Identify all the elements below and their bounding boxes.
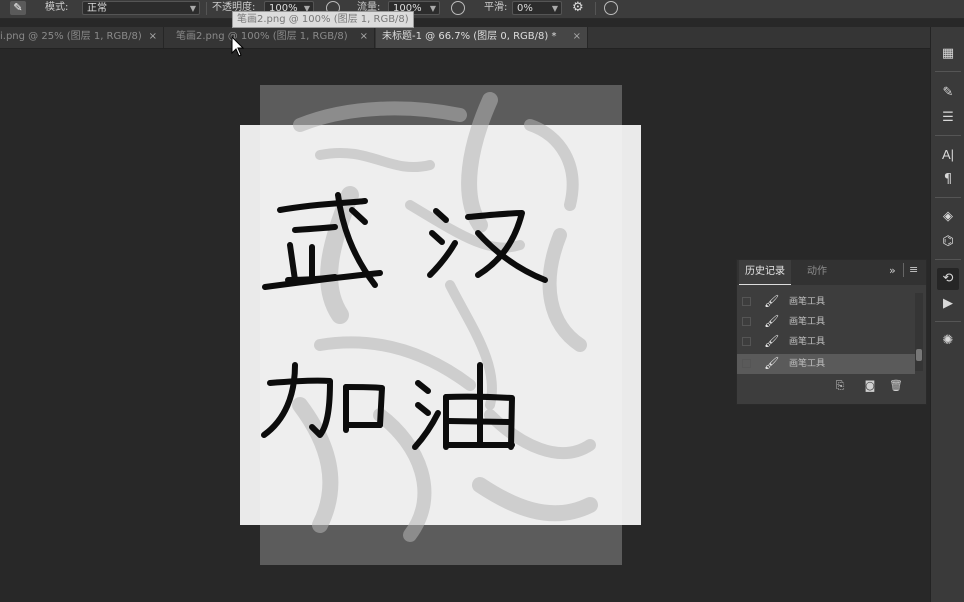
- history-item-selected[interactable]: 🖌 画笔工具: [737, 354, 915, 374]
- chevron-down-icon: ▼: [551, 4, 558, 13]
- divider: [935, 135, 961, 136]
- snapshot-checkbox[interactable]: [742, 359, 751, 368]
- smoothing-label: 平滑:: [484, 2, 508, 13]
- panel-menu-icon[interactable]: ≡: [909, 263, 918, 276]
- new-document-from-state-icon[interactable]: ⎘: [833, 379, 847, 393]
- brush-tool-icon[interactable]: ✎: [10, 1, 26, 15]
- tab-document-2[interactable]: 笔画2.png @ 100% (图层 1, RGB/8) ×: [170, 27, 375, 48]
- properties-icon[interactable]: ✺: [937, 330, 959, 352]
- close-icon[interactable]: ×: [360, 27, 368, 47]
- mode-dropdown[interactable]: 正常 ▼: [82, 1, 200, 15]
- panel-header: 历史记录 动作 » ≡: [737, 260, 926, 285]
- brush-icon: 🖌: [764, 294, 780, 308]
- divider: [903, 263, 904, 277]
- channels-icon[interactable]: ◈: [937, 206, 959, 228]
- history-item-label: 画笔工具: [789, 359, 826, 369]
- gear-icon[interactable]: ⚙: [572, 0, 584, 18]
- glyph-han: [427, 208, 548, 283]
- tab-history[interactable]: 历史记录: [739, 260, 791, 285]
- paths-icon[interactable]: ⌬: [937, 231, 959, 253]
- glyph-jia: [261, 362, 385, 438]
- brush-icon: 🖌: [764, 334, 780, 348]
- history-scrollbar[interactable]: [915, 293, 923, 371]
- calligraphy-strokes: [261, 192, 548, 450]
- libraries-icon[interactable]: ▦: [937, 43, 959, 65]
- divider: [935, 197, 961, 198]
- snapshot-checkbox[interactable]: [742, 297, 751, 306]
- camera-icon[interactable]: ◙: [863, 379, 877, 393]
- divider: [595, 2, 596, 15]
- history-item-label: 画笔工具: [789, 337, 826, 347]
- glyph-you: [412, 362, 515, 450]
- tab-actions[interactable]: 动作: [801, 260, 833, 285]
- close-icon[interactable]: ×: [573, 27, 581, 47]
- mode-value: 正常: [87, 3, 107, 14]
- scrollbar-thumb[interactable]: [916, 349, 922, 361]
- trash-icon[interactable]: 🗑: [889, 379, 903, 393]
- chevron-down-icon: ▼: [189, 4, 196, 13]
- history-item-label: 画笔工具: [789, 317, 826, 327]
- brush-icon: 🖌: [764, 314, 780, 328]
- airbrush-icon[interactable]: [451, 1, 465, 15]
- adjustments-icon[interactable]: ☰: [937, 107, 959, 129]
- snapshot-checkbox[interactable]: [742, 337, 751, 346]
- divider: [206, 2, 207, 15]
- tab-tooltip: 笔画2.png @ 100% (图层 1, RGB/8): [232, 11, 414, 28]
- divider: [935, 259, 961, 260]
- close-icon[interactable]: ×: [149, 27, 157, 47]
- tab-label: 笔画2.png @ 100% (图层 1, RGB/8): [176, 31, 348, 42]
- right-panel-dock: ▦ ✎ ☰ A| ¶ ◈ ⌬ ⟲ ▶ ✺: [930, 27, 964, 602]
- tab-document-3[interactable]: 未标题-1 @ 66.7% (图层 0, RGB/8) * ×: [376, 27, 588, 48]
- tab-label: i.png @ 25% (图层 1, RGB/8): [0, 31, 142, 42]
- brush-settings-icon[interactable]: ✎: [937, 82, 959, 104]
- history-item[interactable]: 🖌 画笔工具: [737, 292, 915, 312]
- smoothing-field[interactable]: 0% ▼: [512, 1, 562, 15]
- history-item-label: 画笔工具: [789, 297, 826, 307]
- history-item[interactable]: 🖌 画笔工具: [737, 312, 915, 332]
- tab-document-1[interactable]: i.png @ 25% (图层 1, RGB/8) ×: [0, 27, 164, 48]
- character-icon[interactable]: A|: [937, 144, 959, 166]
- mouse-pointer-icon: [231, 36, 245, 57]
- mode-label: 模式:: [45, 2, 69, 13]
- actions-icon[interactable]: ▶: [937, 293, 959, 315]
- options-bar: ✎ 模式: 正常 ▼ 不透明度: 100% ▼ 流量: 100% ▼ 平滑: 0…: [0, 0, 964, 19]
- pressure-size-icon[interactable]: [604, 1, 618, 15]
- chevron-down-icon: ▼: [429, 4, 436, 13]
- divider: [935, 321, 961, 322]
- smoothing-value: 0%: [517, 3, 533, 14]
- history-panel: 历史记录 动作 » ≡ 🖌 画笔工具 🖌 画笔工具 🖌 画笔工具 🖌 画笔工具 …: [736, 259, 927, 405]
- document-tab-bar: i.png @ 25% (图层 1, RGB/8) × 笔画2.png @ 10…: [0, 27, 930, 49]
- paragraph-icon[interactable]: ¶: [937, 169, 959, 191]
- collapse-panel-icon[interactable]: »: [889, 264, 896, 277]
- glyph-wu: [262, 192, 383, 290]
- brush-icon: 🖌: [764, 356, 780, 370]
- snapshot-checkbox[interactable]: [742, 317, 751, 326]
- tab-label: 未标题-1 @ 66.7% (图层 0, RGB/8) *: [382, 31, 557, 42]
- divider: [935, 71, 961, 72]
- history-icon[interactable]: ⟲: [937, 268, 959, 290]
- history-item[interactable]: 🖌 画笔工具: [737, 332, 915, 352]
